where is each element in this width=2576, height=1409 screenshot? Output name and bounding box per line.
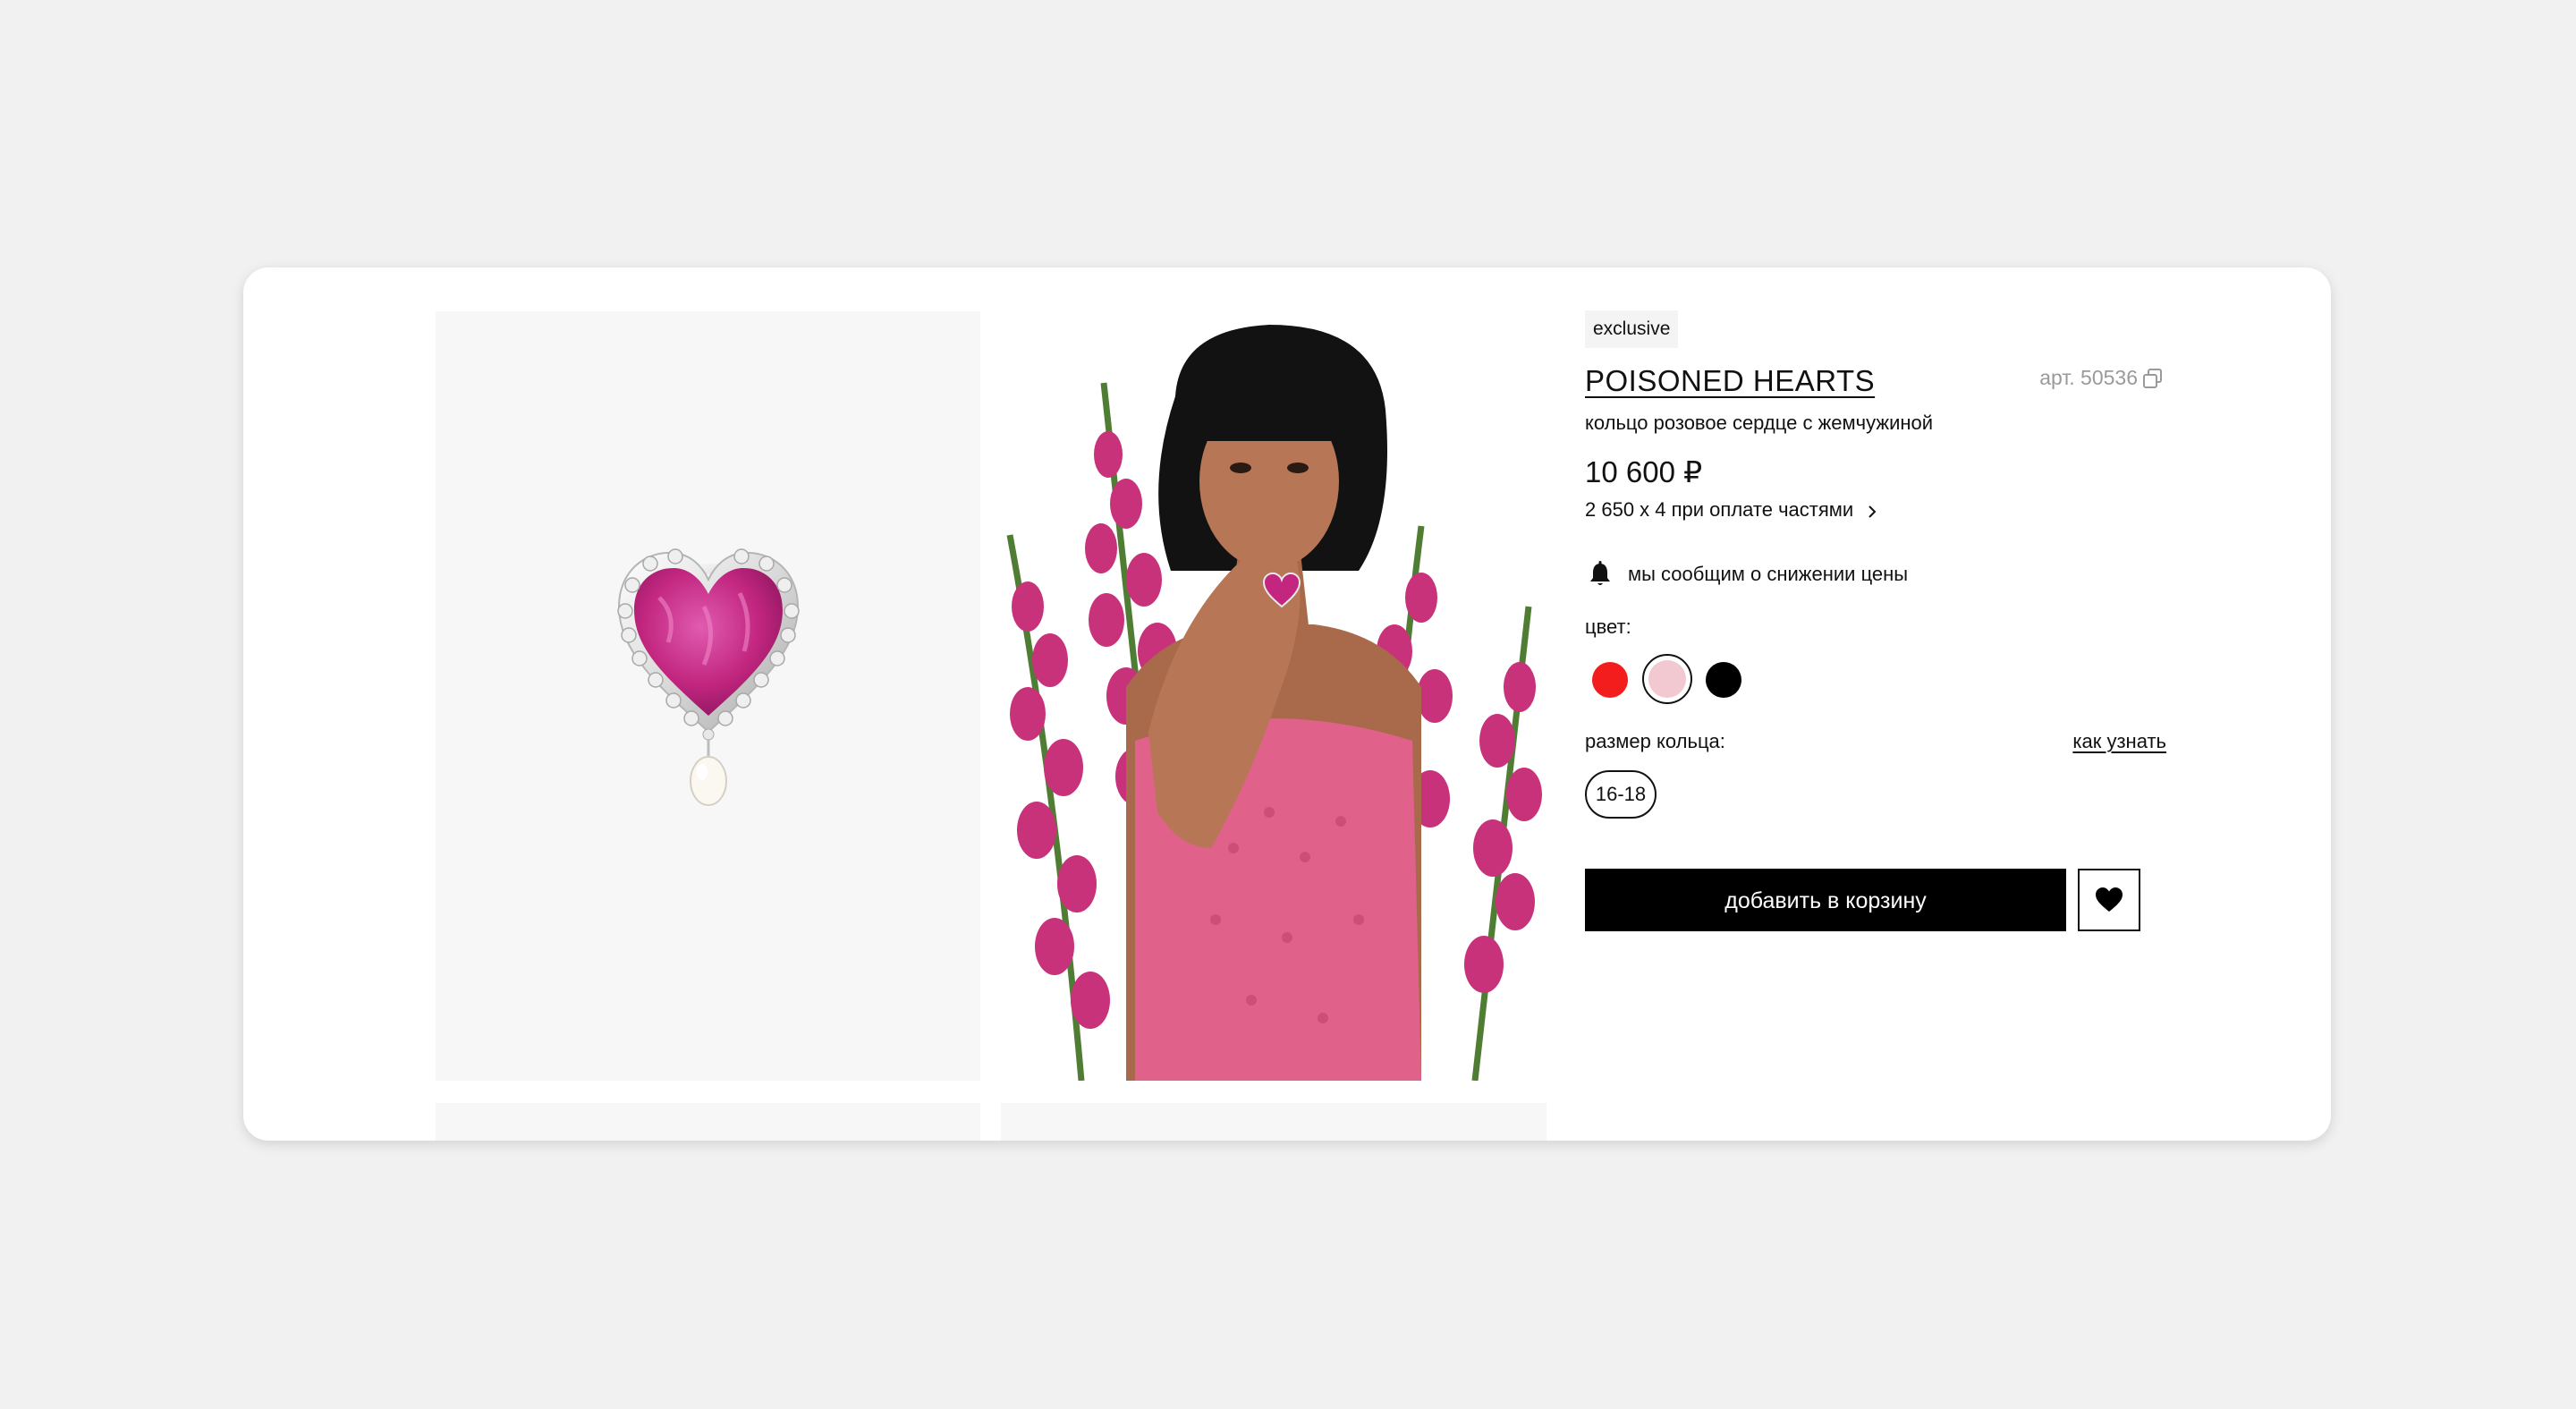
- product-card: exclusive POISONED HEARTS арт. 50536 кол…: [243, 267, 2331, 1141]
- color-swatches: [1585, 653, 1764, 705]
- copy-icon[interactable]: [2141, 367, 2165, 390]
- wishlist-button[interactable]: [2078, 869, 2140, 931]
- sku-label: арт. 50536: [2039, 366, 2138, 389]
- gallery-photo-3[interactable]: [436, 1103, 980, 1141]
- swatch-red[interactable]: [1592, 662, 1628, 698]
- size-guide-link[interactable]: как узнать: [2072, 730, 2166, 753]
- product-photo[interactable]: [436, 311, 980, 1081]
- price-alert-label: мы сообщим о снижении цены: [1628, 563, 1909, 585]
- product-price: 10 600 ₽: [1585, 455, 1703, 488]
- model-image: [1001, 311, 1546, 1081]
- installments-text: 2 650 x 4 при оплате частями: [1585, 498, 1854, 521]
- sku[interactable]: арт. 50536: [2039, 366, 2165, 390]
- exclusive-badge: exclusive: [1585, 310, 1679, 348]
- color-label: цвет:: [1585, 615, 1631, 638]
- gallery-photo-4[interactable]: [1001, 1103, 1546, 1141]
- size-label: размер кольца:: [1585, 730, 1725, 752]
- size-option-16-18[interactable]: 16-18: [1585, 770, 1657, 819]
- installments-link[interactable]: 2 650 x 4 при оплате частями: [1585, 498, 1878, 522]
- ring-image: [617, 548, 800, 806]
- swatch-black[interactable]: [1706, 662, 1741, 698]
- swatch-pink[interactable]: [1648, 660, 1686, 698]
- chevron-right-icon: [1866, 502, 1878, 518]
- heart-icon: [2096, 887, 2123, 912]
- add-to-cart-button[interactable]: добавить в корзину: [1585, 869, 2066, 931]
- bell-icon: [1585, 559, 1615, 590]
- model-photo[interactable]: [1001, 311, 1546, 1081]
- product-description: кольцо розовое сердце с жемчужиной: [1585, 412, 1934, 434]
- price-alert-button[interactable]: мы сообщим о снижении цены: [1585, 556, 1908, 592]
- product-title[interactable]: POISONED HEARTS: [1585, 361, 1875, 402]
